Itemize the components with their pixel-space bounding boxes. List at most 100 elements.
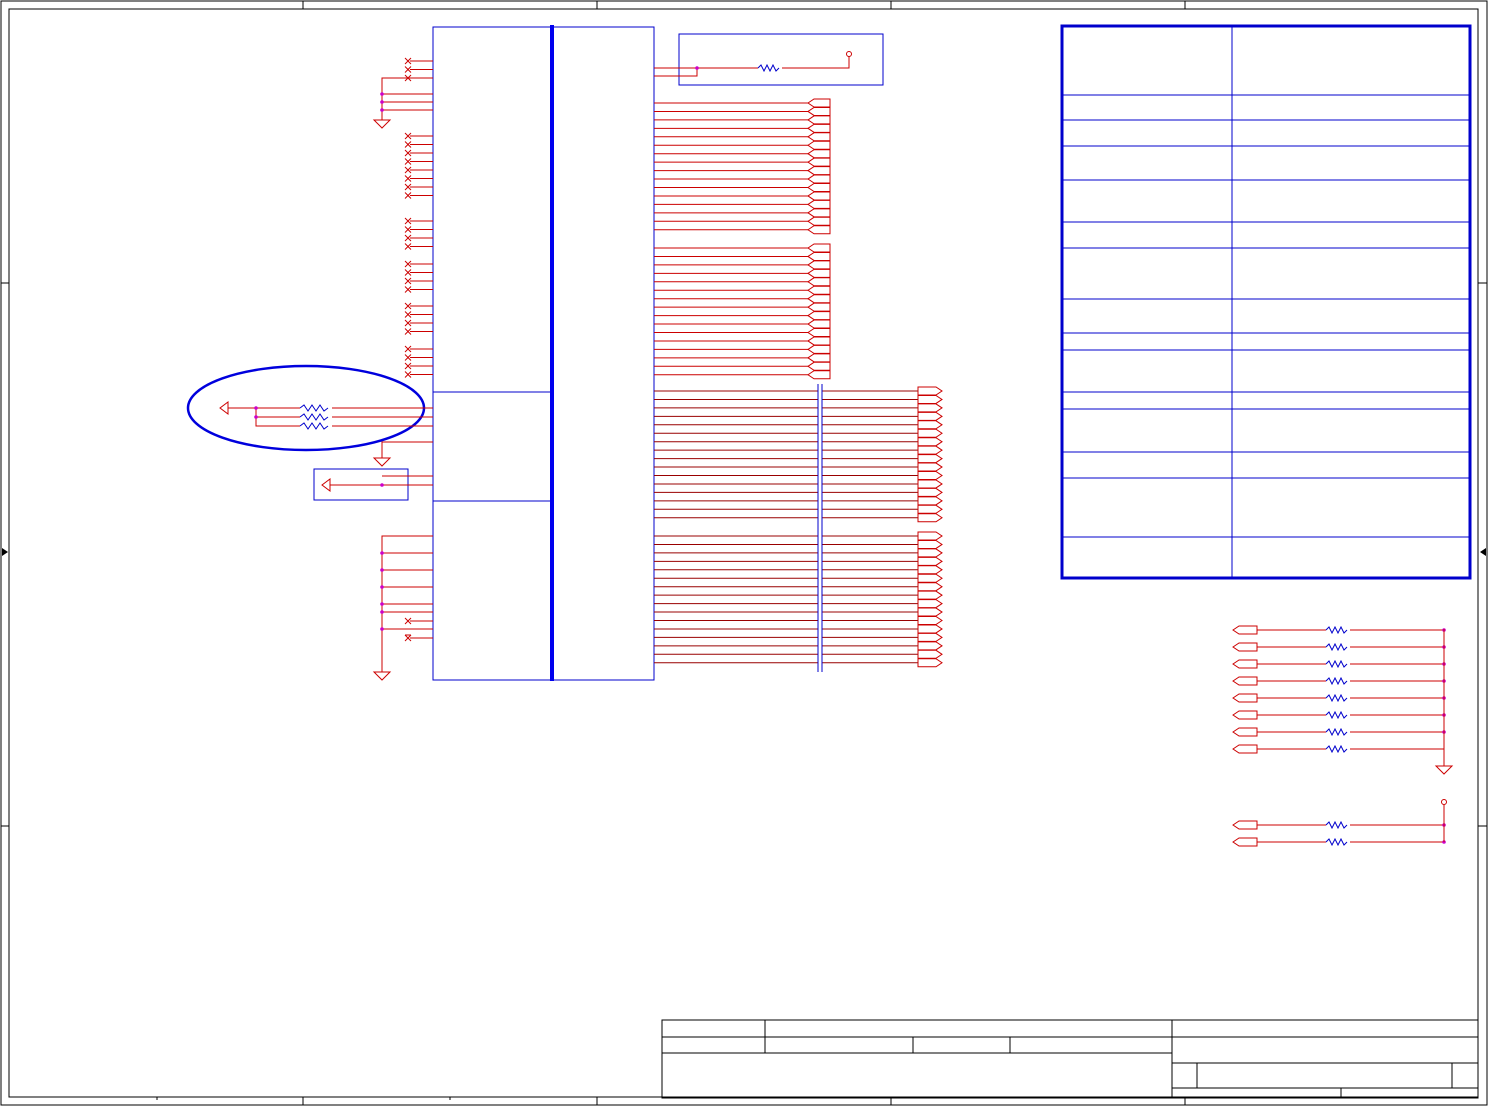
nc-pin [404,226,433,233]
bus-line [654,479,943,489]
bus-line [654,386,943,396]
nc-pin [404,260,433,268]
nc-pin [404,345,433,353]
pullup-resistor [1232,727,1446,737]
bus-line [654,565,943,575]
nc-pin [404,175,433,182]
nc-pin [404,158,433,165]
bus-line [654,599,943,609]
nc-pin [404,149,433,157]
nc-pin [404,319,433,327]
bus-line [654,115,831,125]
bus-line [654,243,831,253]
bus-line [654,632,943,642]
bus-line [654,361,831,371]
nc-pin [404,302,433,310]
bus-line [654,454,943,464]
title-block [661,1019,1479,1099]
pullup-resistor [1232,659,1446,669]
bus-line [654,504,943,514]
bus-line [654,658,943,668]
bus-line [654,624,943,634]
bus-line [654,437,943,447]
nc-pin [404,217,433,225]
nc-pin [404,132,433,140]
right-bus-d [654,531,943,668]
nc-pin [404,371,433,378]
nc-pin [404,192,433,199]
bus-line [654,531,943,541]
right-bus-a [654,98,831,235]
bus-line [654,251,831,261]
nc-pin [404,354,433,361]
bus-line [654,344,831,354]
pullup-resistors-a [1232,625,1454,775]
bus-line [654,548,943,558]
bus-line [654,319,831,329]
nc-pin [404,243,433,250]
nc-pin [404,362,433,370]
bus-line [654,582,943,592]
nc-pin [404,234,433,242]
boxed-ground [313,468,433,501]
bus-line [654,166,831,176]
nc-pin [404,277,433,285]
gnd-net-bottom [372,535,433,681]
bus-line [654,487,943,497]
bus-line [654,641,943,651]
bus-line [654,208,831,218]
pullup-resistor [1232,744,1444,754]
bus-line [654,294,831,304]
bus-line [654,411,943,421]
bus-line [654,191,831,201]
bus-line [654,420,943,430]
bus-line [654,403,943,413]
bus-line [654,277,831,287]
bus-line [654,311,831,321]
pullup-resistor [1232,642,1446,652]
main-connector [432,25,655,681]
nc-pin [404,57,433,65]
highlighted-resistor-group [186,364,433,467]
bus-line [654,123,831,133]
nc-pin [404,183,433,191]
bus-line [654,199,831,209]
bus-line [654,183,831,192]
right-bus-c [654,386,943,523]
bus-line [654,268,831,278]
pullup-resistors-b [1232,799,1447,847]
bus-line [654,462,943,472]
bus-line [654,649,943,659]
bus-line [654,302,831,312]
bus-line [654,106,831,116]
bus-line [654,149,831,159]
bus-line [654,471,943,480]
nc-pin [404,269,433,276]
info-table [1060,24,1472,580]
pullup-resistor [1232,837,1446,847]
bus-line [654,285,831,295]
pullup-resistor [1232,820,1446,830]
right-bus-b [654,243,831,380]
bus-line [654,556,943,566]
bus-line [654,353,831,363]
bus-line [654,394,943,404]
bus-line [654,496,943,506]
side-arrow-left [2,548,8,556]
nc-pin [404,311,433,318]
bus-line [654,539,943,549]
nc-pin [404,286,433,293]
bus-line [654,260,831,270]
bus-line [654,174,831,184]
nc-pin [404,328,433,335]
bus-line [654,157,831,167]
bus-line [654,445,943,455]
side-arrow-right [1480,548,1486,556]
bus-line [654,607,943,617]
bus-line [654,328,831,337]
pullup-resistor [1232,693,1446,703]
pullup-resistor [1232,676,1446,686]
bus-line [654,98,831,108]
left-pin-lines [404,57,433,378]
bus-line [654,370,831,380]
